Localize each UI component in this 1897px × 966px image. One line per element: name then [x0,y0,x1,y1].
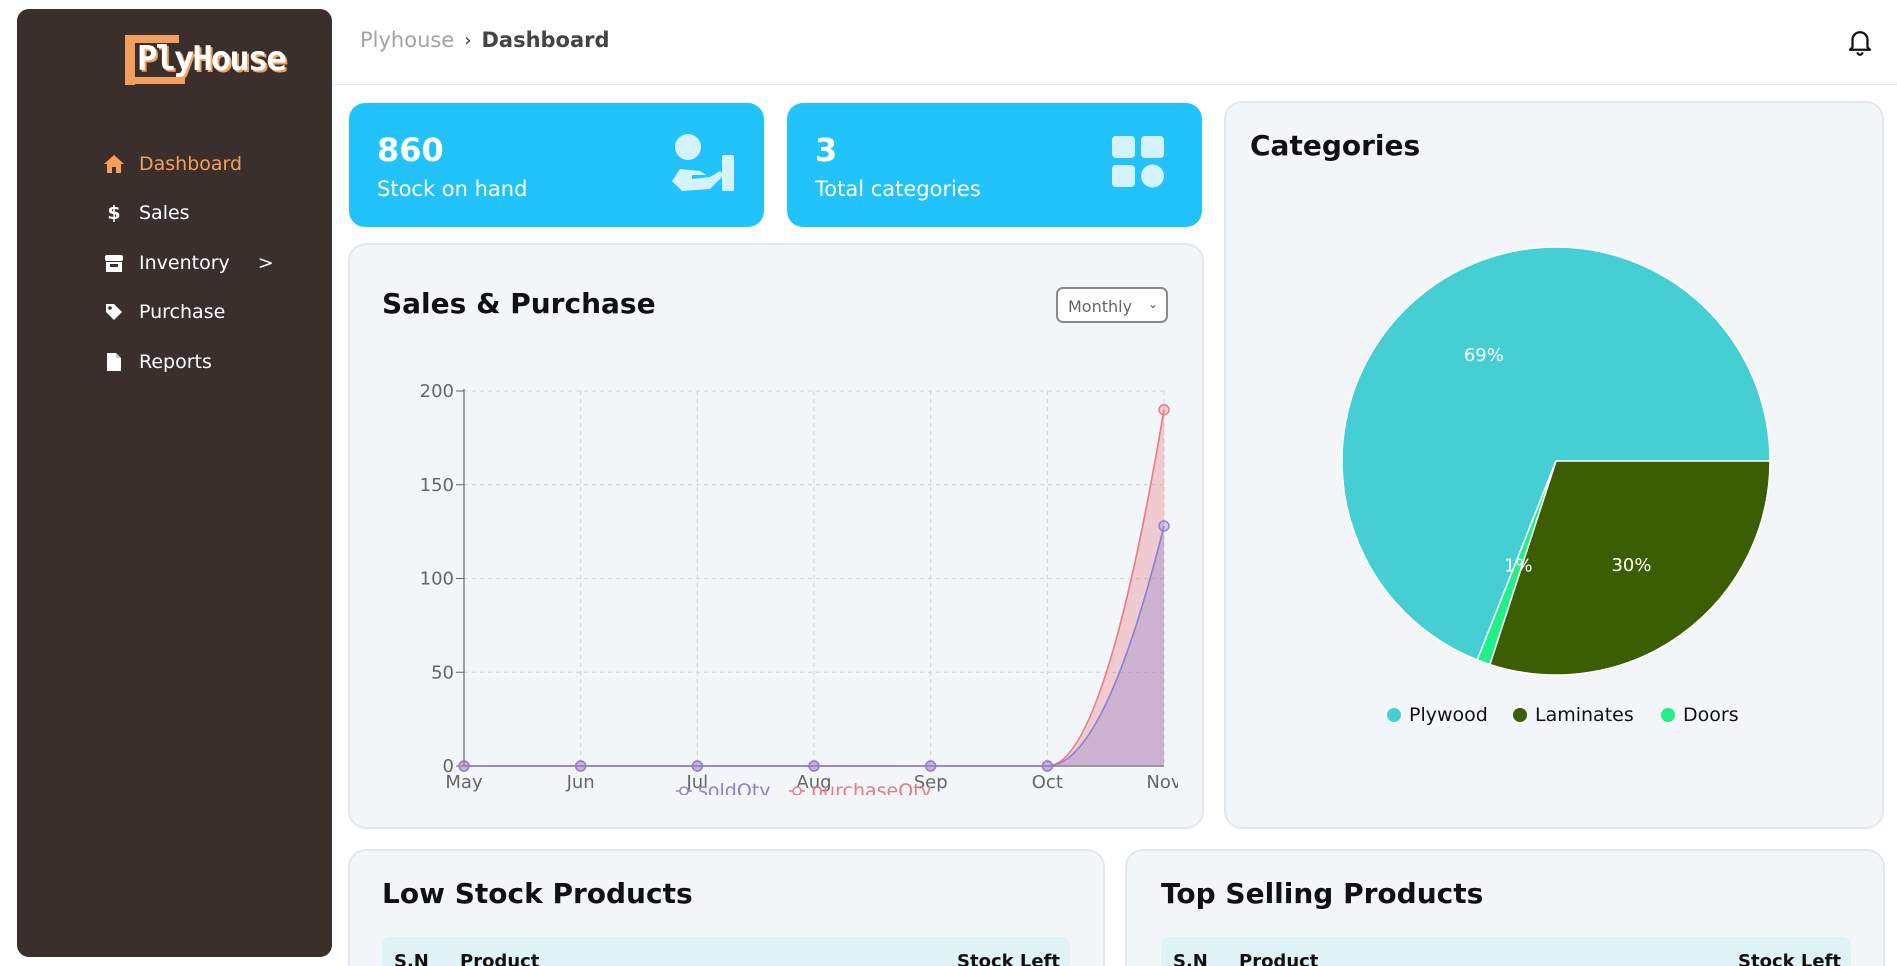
data-point-soldQty [691,760,704,772]
data-point-purchaseQty [1158,404,1170,416]
sidebar-item-label: Inventory [139,251,230,274]
sidebar-item-sales[interactable]: $ Sales [103,189,313,239]
y-tick-label: 150 [420,475,454,496]
categories-grid-icon [1108,133,1174,195]
top-selling-panel: Top Selling Products S.N Product Stock L… [1125,849,1885,966]
legend-swatch-laminates [1513,708,1527,722]
sidebar: PlyHouse Dashboard $ Sales Inventory > P… [17,9,332,957]
top-selling-title: Top Selling Products [1161,877,1484,910]
tag-icon [103,301,125,323]
logo-text: PlyHouse [137,39,287,79]
column-header-product: Product [460,951,540,966]
categories-pie-chart: 69% 30% 1% Plywood Laminates Doors [1341,246,1771,726]
chevron-down-icon: ⌄ [1147,297,1158,311]
data-point-soldQty [1158,520,1170,532]
low-stock-table-header: S.N Product Stock Left [382,937,1070,966]
sales-purchase-panel: Sales & Purchase Monthly ⌄ 0 50 100 150 200 M… [348,243,1204,829]
data-point-soldQty [458,760,470,772]
file-icon [103,351,125,373]
total-categories-label: Total categories [815,177,981,201]
stock-on-hand-card[interactable]: 860 Stock on hand [349,103,764,227]
legend-marker-soldQty [679,786,689,795]
data-point-soldQty [574,760,587,772]
sidebar-item-label: Sales [139,202,190,225]
x-tick-label: Nov [1146,772,1178,793]
stock-on-hand-value: 860 [377,131,444,169]
legend-swatch-doors [1661,708,1675,722]
expand-arrow-icon[interactable]: > [258,252,274,274]
sales-purchase-title: Sales & Purchase [382,287,656,320]
x-tick-label: May [445,772,483,793]
y-tick-label: 200 [420,381,454,402]
column-header-stock-left: Stock Left [957,951,1060,966]
sidebar-item-inventory[interactable]: Inventory > [103,238,313,288]
column-header-product: Product [1239,951,1319,966]
breadcrumb-separator: › [464,29,472,51]
sidebar-item-dashboard[interactable]: Dashboard [103,139,313,189]
notification-bell-icon[interactable] [1845,26,1875,56]
x-tick-label: Jun [566,772,595,793]
legend-label-doors: Doors [1683,704,1739,726]
sidebar-item-label: Reports [139,350,212,373]
total-categories-value: 3 [815,131,838,169]
sidebar-item-reports[interactable]: Reports [103,337,313,387]
sidebar-item-purchase[interactable]: Purchase [103,288,313,338]
legend-label-soldQty: soldQty [698,780,771,795]
data-point-soldQty [1041,760,1054,772]
home-icon [103,153,125,175]
legend-label-purchaseQty: purchaseQty [811,780,932,795]
stock-hand-icon [670,133,736,195]
y-tick-label: 50 [431,662,454,683]
sidebar-item-label: Purchase [139,301,226,324]
legend-swatch-plywood [1387,708,1401,722]
categories-panel: Categories 69% 30% 1% Plywood Laminates Doors [1224,101,1884,829]
top-selling-table-header: S.N Product Stock Left [1161,937,1851,966]
store-icon [103,252,125,274]
pie-data-label: 1% [1504,556,1533,577]
total-categories-card[interactable]: 3 Total categories [787,103,1202,227]
period-select[interactable]: Monthly ⌄ [1056,287,1168,323]
top-bar: Plyhouse › Dashboard [332,0,1897,85]
sales-purchase-chart: 050100150200May Jun Jul Aug Sep Oct NovsoldQty… [420,381,1178,795]
y-tick-label: 100 [420,569,454,590]
legend-marker-purchaseQty [792,786,802,795]
column-header-stock-left: Stock Left [1738,951,1841,966]
legend-label-plywood: Plywood [1409,704,1488,726]
sidebar-nav: Dashboard $ Sales Inventory > Purchase R… [103,139,313,387]
sidebar-item-label: Dashboard [139,152,243,175]
legend-label-laminates: Laminates [1535,704,1634,726]
x-tick-label: Oct [1032,772,1063,793]
low-stock-title: Low Stock Products [382,877,693,910]
data-point-soldQty [924,760,937,772]
breadcrumb: Plyhouse › Dashboard [360,28,610,52]
breadcrumb-root-link[interactable]: Plyhouse [360,28,454,52]
stock-on-hand-label: Stock on hand [377,177,528,201]
categories-title: Categories [1250,129,1421,162]
data-point-soldQty [808,760,820,772]
period-select-value: Monthly [1068,297,1133,316]
column-header-sn: S.N [1173,951,1208,966]
dollar-icon: $ [107,202,121,225]
low-stock-panel: Low Stock Products S.N Product Stock Lef… [348,849,1105,966]
plyhouse-logo[interactable]: PlyHouse [121,31,287,89]
breadcrumb-current: Dashboard [481,28,610,52]
column-header-sn: S.N [394,951,429,966]
pie-data-label: 69% [1464,345,1504,366]
pie-data-label: 30% [1611,555,1651,576]
